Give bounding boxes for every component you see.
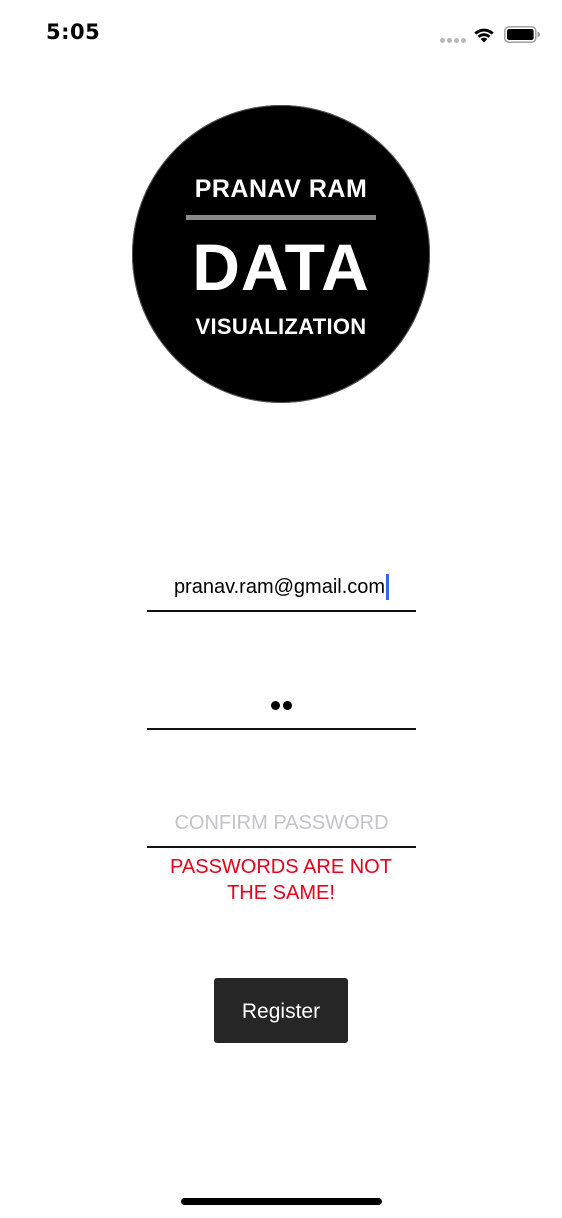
status-time: 5:05 bbox=[46, 20, 101, 44]
error-line-1: PASSWORDS ARE NOT bbox=[170, 856, 392, 878]
status-bar: 5:05 bbox=[0, 0, 562, 70]
password-mask bbox=[271, 701, 292, 710]
wifi-icon bbox=[474, 28, 494, 43]
logo-bottom-text: VISUALIZATION bbox=[195, 314, 367, 339]
error-line-2: THE SAME! bbox=[227, 882, 335, 904]
cellular-dots-icon bbox=[440, 38, 466, 43]
password-dot bbox=[283, 701, 292, 710]
email-field[interactable]: pranav.ram@gmail.com bbox=[147, 570, 416, 612]
text-caret bbox=[386, 573, 390, 600]
register-button[interactable]: Register bbox=[214, 978, 348, 1043]
home-indicator[interactable] bbox=[181, 1198, 382, 1205]
battery-icon bbox=[504, 26, 540, 43]
logo-top-text: PRANAV RAM bbox=[194, 175, 368, 203]
logo-main-text: DATA bbox=[192, 230, 370, 304]
app-logo: PRANAV RAM DATA VISUALIZATION bbox=[132, 105, 430, 403]
email-value: pranav.ram@gmail.com bbox=[173, 576, 386, 598]
password-dot bbox=[271, 701, 280, 710]
confirm-password-placeholder: CONFIRM PASSWORD bbox=[174, 812, 389, 834]
password-field[interactable] bbox=[147, 688, 416, 730]
confirm-password-field[interactable]: CONFIRM PASSWORD bbox=[147, 806, 416, 848]
password-mismatch-error: PASSWORDS ARE NOT THE SAME! bbox=[140, 854, 422, 906]
logo-divider bbox=[186, 215, 376, 220]
